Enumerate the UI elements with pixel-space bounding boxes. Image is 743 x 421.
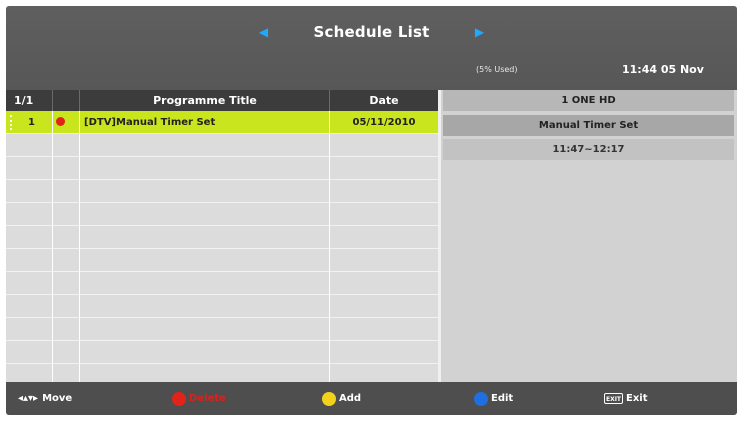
table-row[interactable] [6,341,438,364]
page-counter: 1/1 [14,94,34,107]
add-button[interactable]: Add [322,382,361,415]
exit-key-icon: EXIT [604,393,623,404]
table-row[interactable] [6,226,438,249]
red-button-icon [172,391,186,406]
footer-hints: ◂▴▾▸ Move Delete Add Edit EXIT Exit [6,382,737,415]
table-row[interactable] [6,272,438,295]
table-row[interactable] [6,249,438,272]
record-icon [56,117,65,126]
table-row[interactable] [6,203,438,226]
delete-button[interactable]: Delete [172,382,226,415]
schedule-table: 1/1 Programme Title Date 1 [DTV]Manual T… [6,90,438,382]
detail-panel: 1 ONE HD Manual Timer Set 11:47~12:17 [438,90,737,382]
column-header-date: Date [369,94,399,107]
table-row[interactable] [6,157,438,180]
column-divider [52,90,53,111]
detail-time-range: 11:47~12:17 [443,139,734,160]
arrow-left-icon[interactable]: ◀ [254,26,274,38]
row-date: 05/11/2010 [352,117,416,128]
navigate-arrows-icon: ◂▴▾▸ [18,393,39,404]
exit-button[interactable]: EXIT Exit [604,382,648,415]
page-title: Schedule List [313,23,430,41]
blue-button-icon [474,391,488,406]
table-row[interactable] [6,295,438,318]
selection-marker [10,115,16,130]
arrow-right-icon[interactable]: ▶ [469,26,489,38]
storage-usage: (5% Used) [476,65,518,74]
table-header: 1/1 Programme Title Date [6,90,438,111]
edit-button[interactable]: Edit [474,382,513,415]
row-title: [DTV]Manual Timer Set [84,117,216,128]
delete-label: Delete [189,393,226,404]
table-row[interactable] [6,134,438,157]
table-row[interactable] [6,318,438,341]
column-divider [329,111,330,382]
header-bar: ◀ Schedule List ▶ (5% Used) 11:44 05 Nov [6,6,737,90]
column-divider [52,111,53,382]
table-row[interactable]: 1 [DTV]Manual Timer Set 05/11/2010 [6,111,438,134]
tv-screen: ◀ Schedule List ▶ (5% Used) 11:44 05 Nov… [6,6,737,415]
detail-channel: 1 ONE HD [443,90,734,111]
row-number: 1 [28,117,35,128]
move-hint: ◂▴▾▸ Move [18,382,72,415]
table-row[interactable] [6,180,438,203]
yellow-button-icon [322,391,336,406]
edit-label: Edit [491,393,514,404]
column-header-title: Programme Title [153,94,257,107]
title-row: ◀ Schedule List ▶ [6,20,737,44]
exit-label: Exit [626,393,648,404]
column-divider [79,111,80,382]
detail-event-name: Manual Timer Set [443,115,734,136]
add-label: Add [339,393,362,404]
move-label: Move [42,393,73,404]
clock: 11:44 05 Nov [622,63,704,76]
